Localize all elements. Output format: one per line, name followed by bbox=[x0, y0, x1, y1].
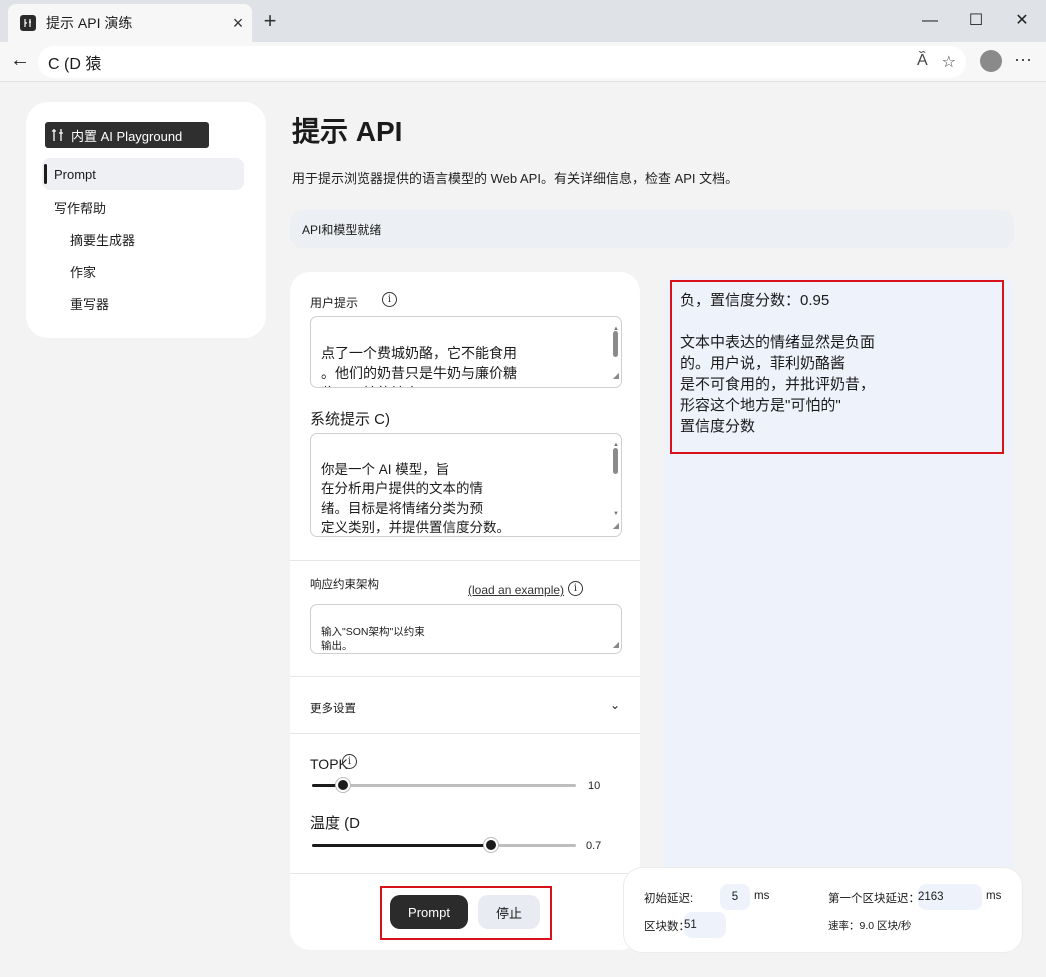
new-tab-icon[interactable]: + bbox=[258, 9, 282, 33]
rate-label: 速率：9.0 区块/秒 bbox=[828, 918, 911, 933]
sidebar-item-summarizer[interactable]: 摘要生成器 bbox=[70, 230, 135, 249]
minimize-icon[interactable]: — bbox=[918, 10, 942, 32]
sidebar-item-rewriter[interactable]: 重写器 bbox=[70, 294, 109, 313]
divider bbox=[290, 676, 640, 677]
resize-grip-icon[interactable]: ◢ bbox=[613, 516, 619, 536]
first-chunk-latency-value: 2163 bbox=[918, 884, 982, 910]
playground-icon bbox=[20, 15, 36, 31]
back-arrow-icon[interactable]: ← bbox=[10, 50, 32, 72]
sidebar-item-writer[interactable]: 作家 bbox=[70, 262, 96, 281]
first-chunk-latency-unit: ms bbox=[986, 890, 1001, 902]
topk-slider[interactable] bbox=[312, 784, 576, 787]
metrics-panel: 初始延迟: 5 ms 第一个区块延迟： 2163 ms 区块数： 51 速率：9… bbox=[624, 868, 1022, 952]
sidebar-item-writing-help[interactable]: 写作帮助 bbox=[54, 198, 106, 217]
sidebar: 内置 AI Playground Prompt 写作帮助 摘要生成器 作家 重写… bbox=[26, 102, 266, 338]
resize-grip-icon[interactable]: ◢ bbox=[613, 366, 619, 386]
read-aloud-icon[interactable]: A᷈ bbox=[917, 52, 928, 72]
sidebar-item-prompt[interactable]: Prompt bbox=[42, 158, 244, 190]
chunk-count-value: 51 bbox=[684, 912, 726, 938]
slider-thumb[interactable] bbox=[336, 778, 350, 792]
more-menu-icon[interactable]: ··· bbox=[1014, 50, 1032, 68]
more-settings-label[interactable]: 更多设置 bbox=[310, 700, 356, 716]
resize-grip-icon[interactable]: ◢ bbox=[613, 638, 619, 652]
tools-icon bbox=[51, 128, 65, 142]
load-example-link[interactable]: (load an example) bbox=[468, 583, 564, 597]
tab-title: 提示 API 演练 bbox=[46, 13, 224, 33]
initial-latency-unit: ms bbox=[754, 890, 769, 902]
initial-latency-label: 初始延迟: bbox=[644, 890, 693, 906]
page-description: 用于提示浏览器提供的语言模型的 Web API。有关详细信息，检查 API 文档… bbox=[292, 168, 738, 187]
brand-badge[interactable]: 内置 AI Playground bbox=[45, 122, 209, 148]
scrollbar-thumb[interactable] bbox=[613, 331, 618, 357]
close-tab-icon[interactable]: × bbox=[224, 13, 252, 34]
topk-value: 10 bbox=[588, 780, 600, 792]
info-icon[interactable]: i bbox=[342, 754, 357, 769]
system-prompt-label: 系统提示 C) bbox=[310, 408, 390, 429]
schema-label: 响应约束架构 bbox=[310, 576, 379, 592]
chevron-down-icon[interactable]: ⌄ bbox=[610, 698, 620, 712]
user-prompt-text: 点了一个费城奶酪，它不能食用 。他们的奶昔只是牛奶与廉价糖 浆。可怕的地方！ bbox=[321, 345, 517, 388]
highlight-box bbox=[670, 280, 1004, 454]
info-icon[interactable]: i bbox=[568, 581, 583, 596]
slider-thumb[interactable] bbox=[484, 838, 498, 852]
browser-tab[interactable]: 提示 API 演练 × bbox=[8, 4, 252, 42]
maximize-icon[interactable]: ☐ bbox=[964, 10, 988, 32]
address-bar-row: ← C (D 猿 A᷈ ☆ bbox=[0, 42, 1046, 82]
url-text: C (D 猿 bbox=[48, 50, 101, 74]
info-icon[interactable]: i bbox=[382, 292, 397, 307]
scrollbar-thumb[interactable] bbox=[613, 448, 618, 474]
user-prompt-textarea[interactable]: 点了一个费城奶酪，它不能食用 。他们的奶昔只是牛奶与廉价糖 浆。可怕的地方！ ▲… bbox=[310, 316, 622, 388]
schema-placeholder: 输入"SON架构"以约束 输出。 bbox=[321, 626, 425, 652]
close-window-icon[interactable]: ✕ bbox=[1010, 10, 1034, 32]
divider bbox=[290, 560, 640, 561]
schema-textarea[interactable]: 输入"SON架构"以约束 输出。 ◢ bbox=[310, 604, 622, 654]
prompt-form-card: 用户提示 i 点了一个费城奶酪，它不能食用 。他们的奶昔只是牛奶与廉价糖 浆。可… bbox=[290, 272, 640, 950]
address-bar[interactable]: C (D 猿 A᷈ ☆ bbox=[38, 46, 966, 78]
system-prompt-textarea[interactable]: 你是一个 AI 模型，旨 在分析用户提供的文本的情 绪。目标是将情绪分类为预 定… bbox=[310, 433, 622, 537]
divider bbox=[290, 733, 640, 734]
favorite-star-icon[interactable]: ☆ bbox=[942, 52, 956, 72]
temperature-value: 0.7 bbox=[586, 840, 601, 852]
first-chunk-latency-label: 第一个区块延迟： bbox=[828, 890, 920, 906]
initial-latency-value: 5 bbox=[720, 884, 750, 910]
brand-label: 内置 AI Playground bbox=[71, 126, 182, 145]
highlight-box bbox=[380, 886, 552, 940]
status-banner: API和模型就绪 bbox=[290, 210, 1014, 248]
divider bbox=[290, 873, 640, 874]
page-title: 提示 API bbox=[292, 110, 402, 150]
temperature-label: 温度 (D bbox=[310, 812, 360, 833]
slider-fill bbox=[312, 844, 492, 847]
system-prompt-text: 你是一个 AI 模型，旨 在分析用户提供的文本的情 绪。目标是将情绪分类为预 定… bbox=[321, 462, 510, 538]
page-content: 内置 AI Playground Prompt 写作帮助 摘要生成器 作家 重写… bbox=[4, 82, 1042, 973]
sidebar-item-label: Prompt bbox=[54, 167, 96, 182]
user-prompt-label: 用户提示 bbox=[310, 294, 358, 311]
tab-bar: 提示 API 演练 × + — ☐ ✕ bbox=[0, 0, 1046, 42]
profile-avatar[interactable] bbox=[980, 50, 1002, 72]
temperature-slider[interactable] bbox=[312, 844, 576, 847]
